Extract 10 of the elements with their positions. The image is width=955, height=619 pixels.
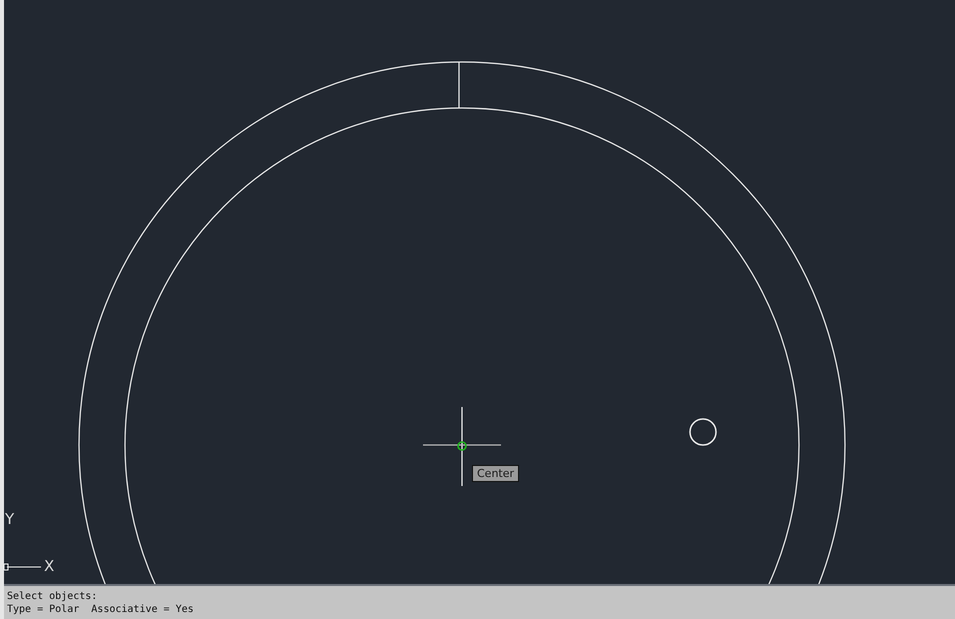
x-axis-label: X: [44, 557, 54, 575]
command-history-line: Select objects:: [7, 590, 98, 602]
ucs-axes-icon: [4, 564, 42, 570]
radial-line: [458, 62, 460, 108]
command-history-line: Type = Polar Associative = Yes: [7, 602, 195, 616]
y-axis-label: Y: [5, 510, 14, 528]
snap-tooltip: Center: [472, 465, 520, 482]
drawing-canvas[interactable]: X Y Center: [4, 0, 955, 584]
small-circle: [689, 418, 717, 446]
center-snap-marker: [457, 441, 467, 451]
